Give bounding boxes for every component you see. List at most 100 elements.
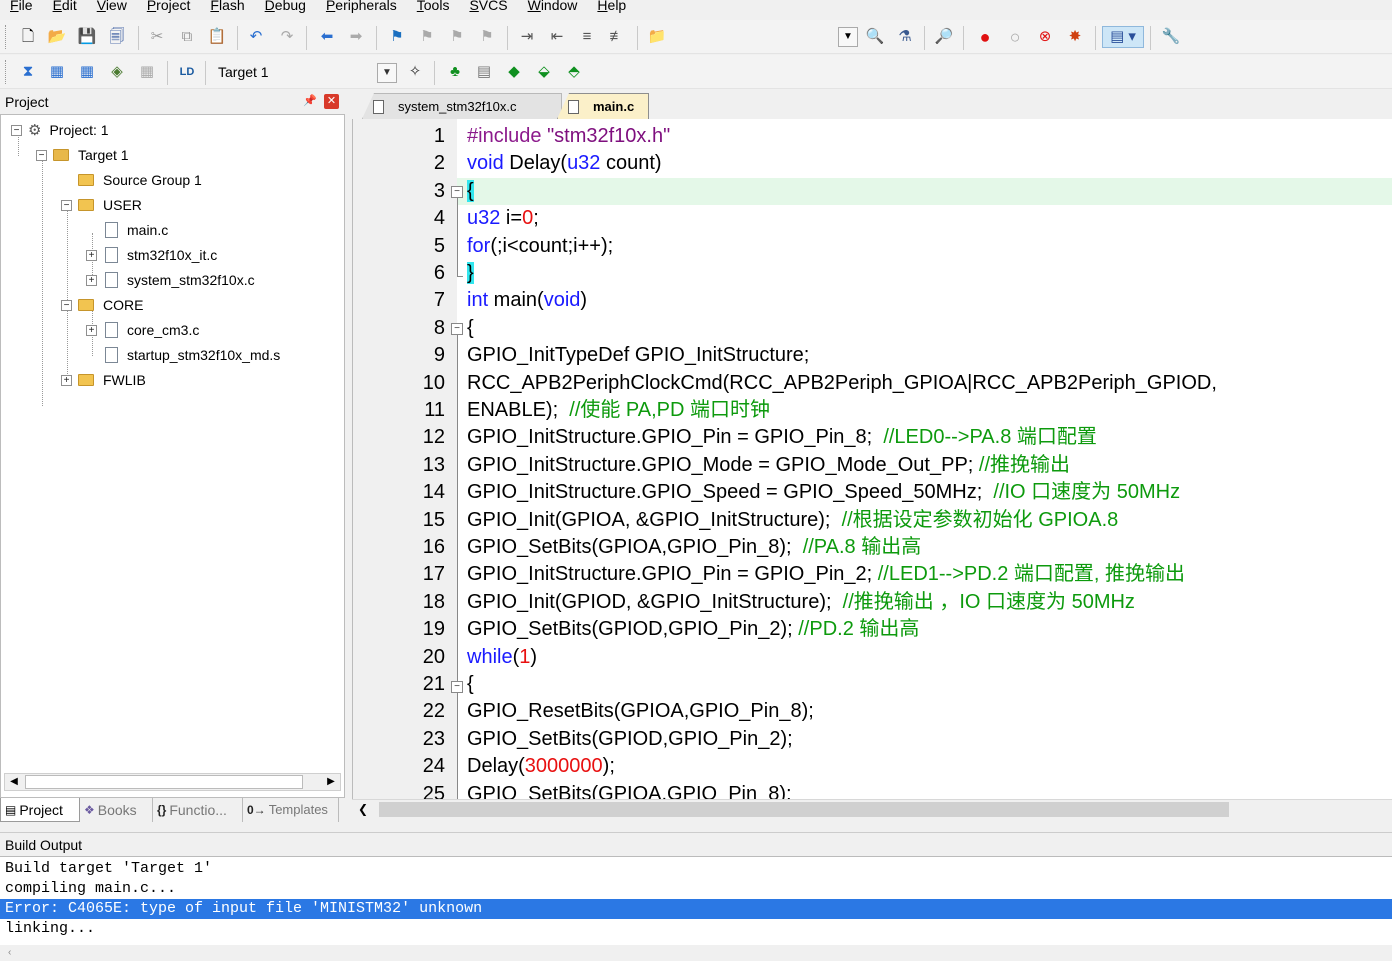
expand-icon[interactable]: + xyxy=(86,324,97,336)
code-line[interactable]: GPIO_InitStructure.GPIO_Mode = GPIO_Mode… xyxy=(467,452,1070,479)
copy-icon[interactable]: ⧉ xyxy=(176,26,198,48)
code-line[interactable]: GPIO_InitStructure.GPIO_Pin = GPIO_Pin_2… xyxy=(467,561,1185,588)
menu-project[interactable]: Project xyxy=(136,0,200,14)
select-packs-icon[interactable]: ◆ xyxy=(503,61,525,83)
paste-icon[interactable]: 📋 xyxy=(206,26,228,48)
code-line[interactable]: GPIO_SetBits(GPIOD,GPIO_Pin_2); //PD.2 输… xyxy=(467,616,919,643)
fold-icon[interactable]: − xyxy=(451,186,463,198)
scroll-thumb[interactable] xyxy=(25,775,303,789)
build-line[interactable]: Build target 'Target 1' xyxy=(0,859,1392,879)
code-line[interactable]: void Delay(u32 count) xyxy=(467,150,662,177)
pin-icon[interactable]: 📌 xyxy=(303,94,317,107)
code-line[interactable]: GPIO_InitTypeDef GPIO_InitStructure; xyxy=(467,342,809,369)
code-line[interactable]: #include "stm32f10x.h" xyxy=(467,123,670,150)
indent-icon[interactable]: ⇥ xyxy=(516,26,538,48)
stop-build-icon[interactable]: ▦ xyxy=(136,61,158,83)
collapse-icon[interactable]: − xyxy=(61,299,72,311)
code-line[interactable]: { xyxy=(467,671,474,698)
menu-debug[interactable]: Debug xyxy=(254,0,315,14)
tab-templates[interactable]: 0→ Templates xyxy=(243,798,339,822)
expand-icon[interactable]: + xyxy=(86,249,97,261)
build-line[interactable]: compiling main.c... xyxy=(0,879,1392,899)
nav-back-icon[interactable]: ⬅ xyxy=(316,26,338,48)
menu-svcs[interactable]: SVCS xyxy=(458,0,516,14)
bookmark-next-icon[interactable]: ⚑ xyxy=(446,26,468,48)
collapse-icon[interactable]: − xyxy=(61,199,72,211)
file-extensions-icon[interactable]: ▤ xyxy=(473,61,495,83)
rebuild-icon[interactable]: ▦ xyxy=(76,61,98,83)
menu-flash[interactable]: Flash xyxy=(199,0,253,14)
breakpoint-icon[interactable]: ● xyxy=(974,26,996,48)
collapse-icon[interactable]: − xyxy=(11,124,22,136)
code-line[interactable]: GPIO_Init(GPIOA, &GPIO_InitStructure); /… xyxy=(467,507,1118,534)
find-combo-dropdown[interactable]: ▼ xyxy=(838,27,858,47)
tree-item-target[interactable]: − Target 1 xyxy=(36,144,129,166)
tree-item-user[interactable]: − USER xyxy=(61,194,142,216)
redo-icon[interactable]: ↷ xyxy=(276,26,298,48)
tree-item-project[interactable]: − ⚙ Project: 1 xyxy=(11,119,109,141)
comment-icon[interactable]: ≡ xyxy=(576,26,598,48)
batch-build-icon[interactable]: ◈ xyxy=(106,61,128,83)
new-file-icon[interactable]: 🗋 xyxy=(17,26,39,48)
tree-item-main-c[interactable]: main.c xyxy=(86,219,168,241)
collapse-icon[interactable]: − xyxy=(36,149,47,161)
code-line[interactable]: GPIO_InitStructure.GPIO_Speed = GPIO_Spe… xyxy=(467,479,1180,506)
code-line[interactable]: GPIO_ResetBits(GPIOA,GPIO_Pin_8); xyxy=(467,698,814,725)
build-output-hscrollbar[interactable]: ‹ xyxy=(0,945,1392,961)
tab-system-stm32f10x[interactable]: system_stm32f10x.c xyxy=(362,93,562,119)
find-icon[interactable]: 🔍 xyxy=(864,26,886,48)
code-line[interactable]: { xyxy=(467,315,474,342)
download-icon[interactable]: LD xyxy=(176,61,198,83)
expand-icon[interactable]: + xyxy=(61,374,72,386)
code-line[interactable]: GPIO_SetBits(GPIOA,GPIO_Pin_8); //PA.8 输… xyxy=(467,534,921,561)
translate-icon[interactable]: ⧗ xyxy=(17,61,39,83)
code-line[interactable]: GPIO_SetBits(GPIOA,GPIO_Pin_8); xyxy=(467,781,792,799)
project-hscrollbar[interactable]: ◀ ▶ xyxy=(4,773,341,791)
target-dropdown-arrow[interactable]: ▼ xyxy=(377,63,397,83)
code-line[interactable]: GPIO_InitStructure.GPIO_Pin = GPIO_Pin_8… xyxy=(467,424,1097,451)
menu-help[interactable]: Help xyxy=(586,0,635,14)
manage-components-icon[interactable]: ♣ xyxy=(444,61,466,83)
tree-item-system-stm32f10x[interactable]: + system_stm32f10x.c xyxy=(86,269,255,291)
menu-window[interactable]: Window xyxy=(517,0,587,14)
tab-project[interactable]: ▤ Project xyxy=(0,798,80,822)
scroll-thumb[interactable] xyxy=(379,802,1229,817)
save-icon[interactable]: 💾 xyxy=(76,26,98,48)
uncomment-icon[interactable]: ≢ xyxy=(606,26,628,48)
code-line[interactable]: GPIO_SetBits(GPIOD,GPIO_Pin_2); xyxy=(467,726,793,753)
build-line[interactable]: linking... xyxy=(0,919,1392,939)
build-icon[interactable]: ▦ xyxy=(46,61,68,83)
code-line[interactable]: ENABLE); //使能 PA,PD 端口时钟 xyxy=(467,397,770,424)
menu-tools[interactable]: Tools xyxy=(406,0,459,14)
tree-item-core[interactable]: − CORE xyxy=(61,294,143,316)
tree-item-startup[interactable]: startup_stm32f10x_md.s xyxy=(86,344,280,366)
bookmark-prev-icon[interactable]: ⚑ xyxy=(416,26,438,48)
code-line[interactable]: GPIO_Init(GPIOD, &GPIO_InitStructure); /… xyxy=(467,589,1135,616)
tab-main-c[interactable]: main.c xyxy=(557,93,649,119)
breakpoint-kill-all-icon[interactable]: ✸ xyxy=(1064,26,1086,48)
menu-edit[interactable]: Edit xyxy=(42,0,86,14)
code-line[interactable]: u32 i=0; xyxy=(467,205,539,232)
nav-forward-icon[interactable]: ➡ xyxy=(345,26,367,48)
editor-hscrollbar[interactable]: ❮ xyxy=(352,799,1392,819)
fold-icon[interactable]: − xyxy=(451,681,463,693)
find-in-files-icon[interactable]: 📁 xyxy=(646,26,668,48)
tab-books[interactable]: ❖ Books xyxy=(80,798,153,822)
code-line[interactable]: while(1) xyxy=(467,644,537,671)
target-select[interactable]: Target 1 xyxy=(218,64,269,80)
build-error-line[interactable]: Error: C4065E: type of input file 'MINIS… xyxy=(0,899,1392,919)
code-line[interactable]: { xyxy=(467,178,474,205)
scroll-left-icon[interactable]: ◀ xyxy=(5,774,23,790)
tab-functions[interactable]: {} Functio... xyxy=(153,798,243,822)
toolbar-grip[interactable] xyxy=(5,60,8,84)
menu-peripherals[interactable]: Peripherals xyxy=(315,0,406,14)
tree-item-stm32f10x-it[interactable]: + stm32f10x_it.c xyxy=(86,244,217,266)
unindent-icon[interactable]: ⇤ xyxy=(546,26,568,48)
tree-item-core-cm3[interactable]: + core_cm3.c xyxy=(86,319,199,341)
toolbar-grip[interactable] xyxy=(5,25,8,49)
menu-file[interactable]: File xyxy=(0,0,42,14)
open-file-icon[interactable]: 📂 xyxy=(46,26,68,48)
code-line[interactable]: for(;i<count;i++); xyxy=(467,233,613,260)
code-line[interactable]: Delay(3000000); xyxy=(467,753,615,780)
rte-icon[interactable]: ⬘ xyxy=(563,61,585,83)
